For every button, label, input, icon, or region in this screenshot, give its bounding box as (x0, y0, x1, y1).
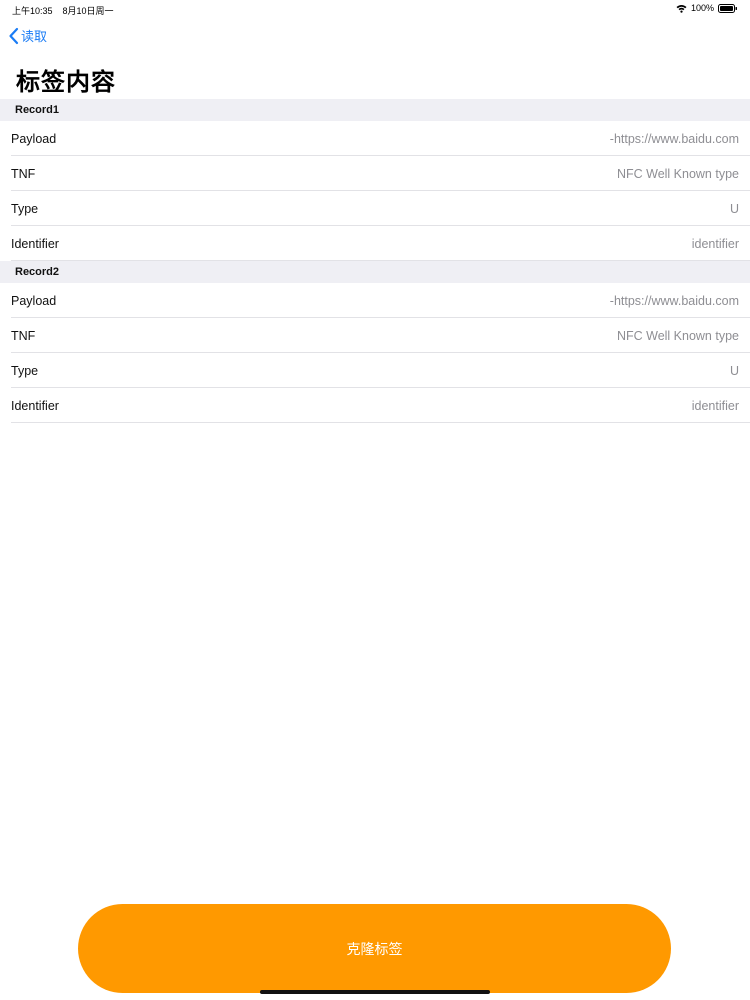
row-value: identifier (691, 236, 739, 251)
table-row[interactable]: Payload -https://www.baidu.com (0, 121, 750, 156)
row-value: identifier (691, 398, 739, 413)
row-key: Identifier (11, 236, 59, 251)
status-time: 上午10:35 (12, 6, 53, 16)
status-date: 8月10日周一 (62, 6, 114, 16)
row-key: Type (11, 363, 39, 378)
wifi-icon (676, 4, 687, 13)
table-row[interactable]: Identifier identifier (0, 388, 750, 423)
table-row[interactable]: Identifier identifier (0, 226, 750, 261)
status-bar: 上午10:35 8月10日周一 100% (0, 0, 750, 18)
row-value: U (729, 363, 739, 378)
page-title: 标签内容 (16, 69, 116, 96)
row-value: -https://www.baidu.com (609, 293, 739, 308)
section-header-record2: Record2 (0, 261, 750, 283)
back-button-label: 读取 (21, 29, 48, 44)
screen: 上午10:35 8月10日周一 100% 读取 标签内容 Record1 Pay… (0, 0, 750, 1000)
home-indicator[interactable] (260, 990, 490, 994)
section-header-record1: Record1 (0, 99, 750, 121)
chevron-left-icon (8, 27, 19, 45)
status-right: 100% (676, 3, 738, 13)
row-value: U (729, 201, 739, 216)
row-key: Type (11, 201, 39, 216)
table-row[interactable]: Payload -https://www.baidu.com (0, 283, 750, 318)
status-left: 上午10:35 8月10日周一 (12, 4, 114, 17)
table-row[interactable]: Type U (0, 191, 750, 226)
table-row[interactable]: Type U (0, 353, 750, 388)
battery-percent: 100% (690, 3, 714, 13)
row-value: -https://www.baidu.com (609, 131, 739, 146)
table-row[interactable]: TNF NFC Well Known type (0, 156, 750, 191)
row-value: NFC Well Known type (616, 166, 739, 181)
table-row[interactable]: TNF NFC Well Known type (0, 318, 750, 353)
back-button[interactable]: 读取 (8, 26, 47, 45)
battery-icon (718, 3, 738, 13)
clone-tag-button[interactable]: 克隆标签 (78, 904, 671, 993)
row-key: TNF (11, 328, 36, 343)
records-table: Record1 Payload -https://www.baidu.com T… (0, 99, 750, 423)
row-key: TNF (11, 166, 36, 181)
row-key: Payload (11, 131, 57, 146)
row-value: NFC Well Known type (616, 328, 739, 343)
row-key: Identifier (11, 398, 59, 413)
row-key: Payload (11, 293, 57, 308)
